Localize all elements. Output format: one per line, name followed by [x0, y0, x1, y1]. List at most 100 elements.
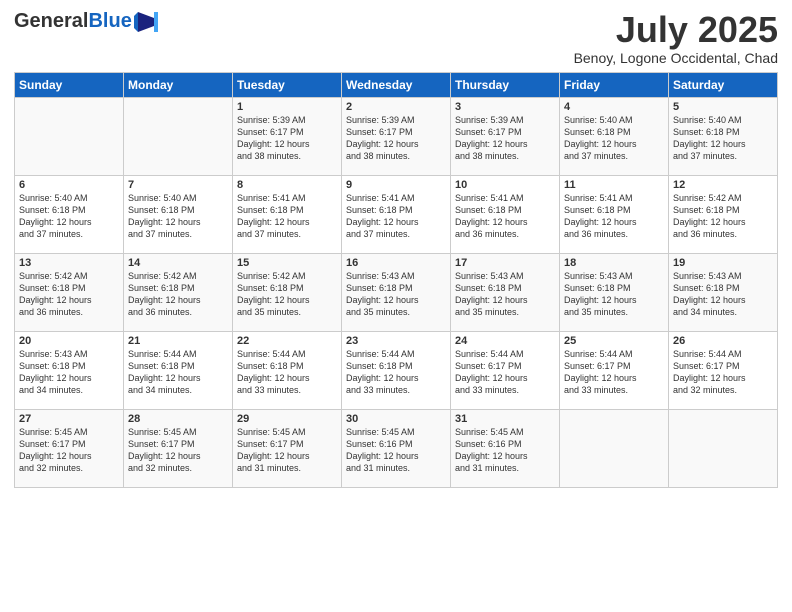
day-cell: 4Sunrise: 5:40 AM Sunset: 6:18 PM Daylig…	[560, 97, 669, 175]
day-cell: 13Sunrise: 5:42 AM Sunset: 6:18 PM Dayli…	[15, 253, 124, 331]
day-info: Sunrise: 5:44 AM Sunset: 6:18 PM Dayligh…	[346, 348, 446, 397]
day-info: Sunrise: 5:43 AM Sunset: 6:18 PM Dayligh…	[673, 270, 773, 319]
day-info: Sunrise: 5:41 AM Sunset: 6:18 PM Dayligh…	[564, 192, 664, 241]
col-tuesday: Tuesday	[233, 72, 342, 97]
day-cell	[124, 97, 233, 175]
day-number: 18	[564, 257, 664, 269]
col-sunday: Sunday	[15, 72, 124, 97]
day-info: Sunrise: 5:39 AM Sunset: 6:17 PM Dayligh…	[346, 114, 446, 163]
calendar-table: Sunday Monday Tuesday Wednesday Thursday…	[14, 72, 778, 488]
day-info: Sunrise: 5:44 AM Sunset: 6:17 PM Dayligh…	[673, 348, 773, 397]
day-cell: 9Sunrise: 5:41 AM Sunset: 6:18 PM Daylig…	[342, 175, 451, 253]
day-info: Sunrise: 5:44 AM Sunset: 6:18 PM Dayligh…	[128, 348, 228, 397]
page: GeneralBlue July 2025 Benoy, Logone Occi…	[0, 0, 792, 612]
day-cell: 12Sunrise: 5:42 AM Sunset: 6:18 PM Dayli…	[669, 175, 778, 253]
day-number: 16	[346, 257, 446, 269]
day-cell: 8Sunrise: 5:41 AM Sunset: 6:18 PM Daylig…	[233, 175, 342, 253]
day-number: 6	[19, 179, 119, 191]
day-number: 22	[237, 335, 337, 347]
day-number: 15	[237, 257, 337, 269]
day-number: 11	[564, 179, 664, 191]
day-cell	[560, 409, 669, 487]
day-number: 23	[346, 335, 446, 347]
day-info: Sunrise: 5:39 AM Sunset: 6:17 PM Dayligh…	[455, 114, 555, 163]
day-cell: 21Sunrise: 5:44 AM Sunset: 6:18 PM Dayli…	[124, 331, 233, 409]
day-cell: 22Sunrise: 5:44 AM Sunset: 6:18 PM Dayli…	[233, 331, 342, 409]
day-number: 29	[237, 413, 337, 425]
logo: GeneralBlue	[14, 10, 158, 33]
location: Benoy, Logone Occidental, Chad	[574, 50, 778, 66]
day-number: 17	[455, 257, 555, 269]
day-number: 26	[673, 335, 773, 347]
day-cell: 29Sunrise: 5:45 AM Sunset: 6:17 PM Dayli…	[233, 409, 342, 487]
day-info: Sunrise: 5:42 AM Sunset: 6:18 PM Dayligh…	[237, 270, 337, 319]
day-info: Sunrise: 5:42 AM Sunset: 6:18 PM Dayligh…	[19, 270, 119, 319]
day-info: Sunrise: 5:43 AM Sunset: 6:18 PM Dayligh…	[346, 270, 446, 319]
day-info: Sunrise: 5:43 AM Sunset: 6:18 PM Dayligh…	[19, 348, 119, 397]
day-number: 1	[237, 101, 337, 113]
day-cell: 25Sunrise: 5:44 AM Sunset: 6:17 PM Dayli…	[560, 331, 669, 409]
day-number: 5	[673, 101, 773, 113]
day-info: Sunrise: 5:40 AM Sunset: 6:18 PM Dayligh…	[128, 192, 228, 241]
day-cell: 1Sunrise: 5:39 AM Sunset: 6:17 PM Daylig…	[233, 97, 342, 175]
day-info: Sunrise: 5:40 AM Sunset: 6:18 PM Dayligh…	[673, 114, 773, 163]
day-cell: 10Sunrise: 5:41 AM Sunset: 6:18 PM Dayli…	[451, 175, 560, 253]
day-info: Sunrise: 5:41 AM Sunset: 6:18 PM Dayligh…	[455, 192, 555, 241]
day-info: Sunrise: 5:40 AM Sunset: 6:18 PM Dayligh…	[19, 192, 119, 241]
month-title: July 2025	[574, 10, 778, 50]
day-number: 3	[455, 101, 555, 113]
day-number: 31	[455, 413, 555, 425]
title-block: July 2025 Benoy, Logone Occidental, Chad	[574, 10, 778, 66]
day-number: 30	[346, 413, 446, 425]
day-number: 13	[19, 257, 119, 269]
day-cell: 18Sunrise: 5:43 AM Sunset: 6:18 PM Dayli…	[560, 253, 669, 331]
calendar-body: 1 Sunrise: 5:39 AM Sunset: 6:17 PM Daylig…	[15, 97, 778, 487]
col-wednesday: Wednesday	[342, 72, 451, 97]
day-number: 8	[237, 179, 337, 191]
week-row-2: 6Sunrise: 5:40 AM Sunset: 6:18 PM Daylig…	[15, 175, 778, 253]
day-number: 12	[673, 179, 773, 191]
day-number: 27	[19, 413, 119, 425]
day-cell	[669, 409, 778, 487]
day-info: Sunrise: 5:41 AM Sunset: 6:18 PM Dayligh…	[346, 192, 446, 241]
day-number: 28	[128, 413, 228, 425]
day-cell: 15Sunrise: 5:42 AM Sunset: 6:18 PM Dayli…	[233, 253, 342, 331]
logo-blue: Blue	[88, 10, 131, 32]
col-friday: Friday	[560, 72, 669, 97]
day-number: 2	[346, 101, 446, 113]
day-number: 7	[128, 179, 228, 191]
day-number: 24	[455, 335, 555, 347]
day-cell: 27Sunrise: 5:45 AM Sunset: 6:17 PM Dayli…	[15, 409, 124, 487]
day-info: Sunrise: 5:45 AM Sunset: 6:17 PM Dayligh…	[128, 426, 228, 475]
day-cell: 5Sunrise: 5:40 AM Sunset: 6:18 PM Daylig…	[669, 97, 778, 175]
day-info: Sunrise: 5:44 AM Sunset: 6:17 PM Dayligh…	[455, 348, 555, 397]
day-cell: 3Sunrise: 5:39 AM Sunset: 6:17 PM Daylig…	[451, 97, 560, 175]
day-cell: 31Sunrise: 5:45 AM Sunset: 6:16 PM Dayli…	[451, 409, 560, 487]
day-number: 20	[19, 335, 119, 347]
logo-general: General	[14, 10, 88, 32]
day-cell: 7Sunrise: 5:40 AM Sunset: 6:18 PM Daylig…	[124, 175, 233, 253]
day-cell: 2Sunrise: 5:39 AM Sunset: 6:17 PM Daylig…	[342, 97, 451, 175]
col-monday: Monday	[124, 72, 233, 97]
day-cell: 14Sunrise: 5:42 AM Sunset: 6:18 PM Dayli…	[124, 253, 233, 331]
day-number: 21	[128, 335, 228, 347]
day-info: Sunrise: 5:45 AM Sunset: 6:16 PM Dayligh…	[455, 426, 555, 475]
col-saturday: Saturday	[669, 72, 778, 97]
day-cell: 26Sunrise: 5:44 AM Sunset: 6:17 PM Dayli…	[669, 331, 778, 409]
day-cell: 23Sunrise: 5:44 AM Sunset: 6:18 PM Dayli…	[342, 331, 451, 409]
day-info: Sunrise: 5:44 AM Sunset: 6:18 PM Dayligh…	[237, 348, 337, 397]
day-cell: 6Sunrise: 5:40 AM Sunset: 6:18 PM Daylig…	[15, 175, 124, 253]
header: GeneralBlue July 2025 Benoy, Logone Occi…	[14, 10, 778, 66]
day-cell: 19Sunrise: 5:43 AM Sunset: 6:18 PM Dayli…	[669, 253, 778, 331]
week-row-5: 27Sunrise: 5:45 AM Sunset: 6:17 PM Dayli…	[15, 409, 778, 487]
day-cell: 24Sunrise: 5:44 AM Sunset: 6:17 PM Dayli…	[451, 331, 560, 409]
header-row: Sunday Monday Tuesday Wednesday Thursday…	[15, 72, 778, 97]
day-info: Sunrise: 5:43 AM Sunset: 6:18 PM Dayligh…	[455, 270, 555, 319]
day-info: Sunrise: 5:41 AM Sunset: 6:18 PM Dayligh…	[237, 192, 337, 241]
day-number: 14	[128, 257, 228, 269]
day-info: Sunrise: 5:42 AM Sunset: 6:18 PM Dayligh…	[673, 192, 773, 241]
day-cell: 28Sunrise: 5:45 AM Sunset: 6:17 PM Dayli…	[124, 409, 233, 487]
day-info: Sunrise: 5:45 AM Sunset: 6:17 PM Dayligh…	[237, 426, 337, 475]
day-info: Sunrise: 5:45 AM Sunset: 6:17 PM Dayligh…	[19, 426, 119, 475]
day-info: Sunrise: 5:42 AM Sunset: 6:18 PM Dayligh…	[128, 270, 228, 319]
